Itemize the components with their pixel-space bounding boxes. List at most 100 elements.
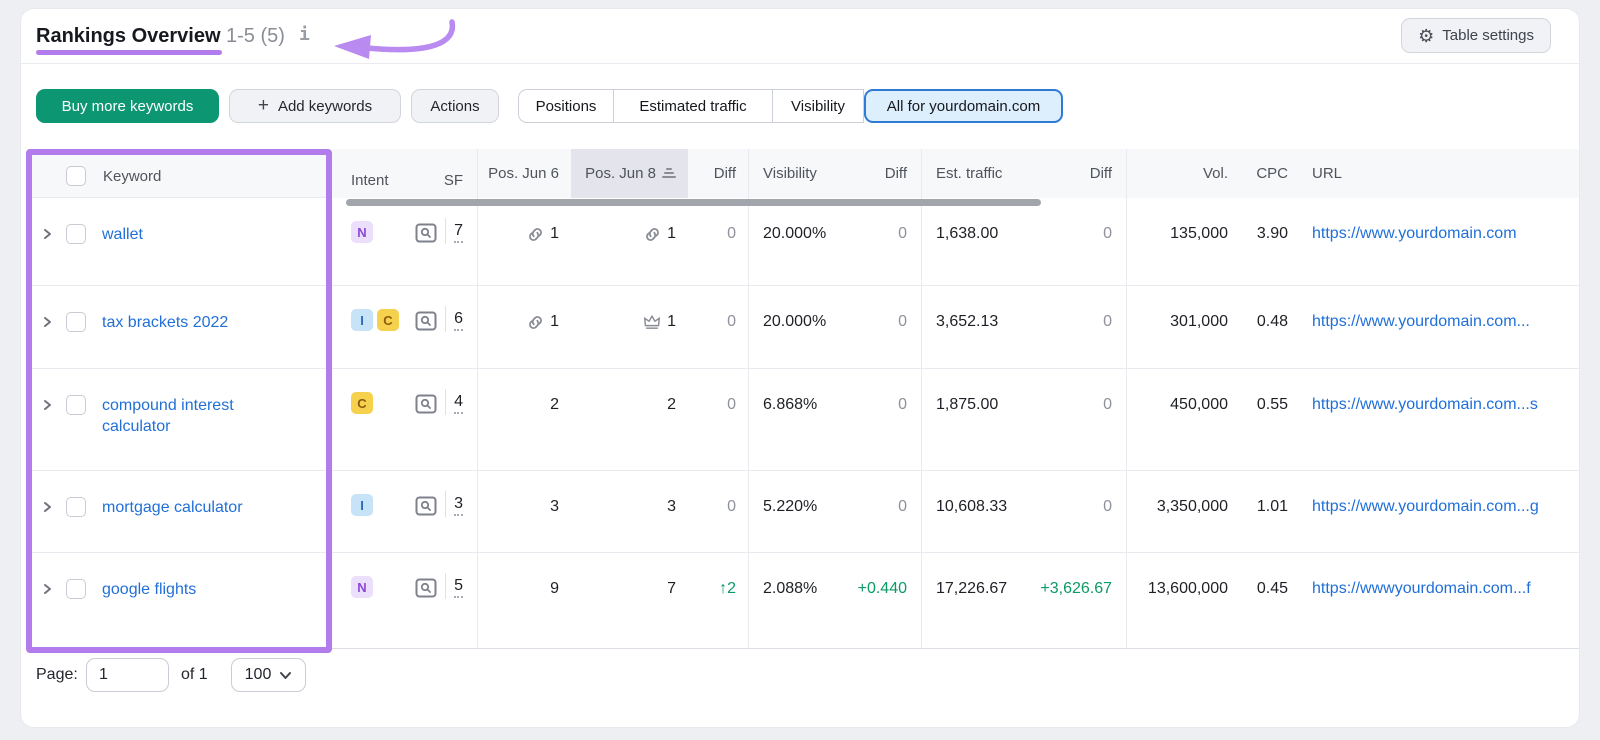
serp-features-icon[interactable] <box>415 223 437 243</box>
sf-cell: 5 <box>406 553 477 648</box>
pos-jun6-cell: 3 <box>477 471 571 552</box>
expand-chevron-icon[interactable] <box>40 501 54 513</box>
tab-all-for-yourdomain[interactable]: All for yourdomain.com <box>864 89 1063 123</box>
pos-diff-cell: 0 <box>727 225 736 242</box>
table-row: C 4 2 2 0 6.868% 0 1,875.00 0 450,000 0.… <box>332 369 1579 471</box>
col-url[interactable]: URL <box>1296 149 1579 198</box>
cell-divider <box>445 491 447 517</box>
row-checkbox[interactable] <box>66 312 86 332</box>
sf-cell: 7 <box>406 198 477 285</box>
position-value: 1 <box>550 225 559 242</box>
row-checkbox[interactable] <box>66 395 86 415</box>
link-icon <box>529 315 542 329</box>
volume-cell: 135,000 <box>1126 198 1236 285</box>
cpc-cell: 0.48 <box>1256 313 1288 330</box>
pos-jun6-cell: 9 <box>477 553 571 648</box>
sf-count[interactable]: 6 <box>454 310 463 331</box>
intent-badge-commercial[interactable]: C <box>351 392 373 414</box>
expand-chevron-icon[interactable] <box>40 583 54 595</box>
est-traffic-cell: 17,226.67 <box>921 553 1031 648</box>
intent-badge-informational[interactable]: I <box>351 494 373 516</box>
add-keywords-button[interactable]: + Add keywords <box>229 89 401 123</box>
col-pos-jun6[interactable]: Pos. Jun 6 <box>477 149 571 198</box>
keyword-row: mortgage calculator <box>32 471 326 553</box>
serp-features-icon[interactable] <box>415 496 437 516</box>
expand-chevron-icon[interactable] <box>40 399 54 411</box>
traffic-diff-cell: 0 <box>1103 225 1112 242</box>
intent-badge-commercial[interactable]: C <box>377 309 399 331</box>
sf-count[interactable]: 4 <box>454 393 463 414</box>
horizontal-scrollbar[interactable] <box>346 199 1041 206</box>
sf-cell: 4 <box>406 369 477 470</box>
buy-more-keywords-button[interactable]: Buy more keywords <box>36 89 219 123</box>
serp-features-icon[interactable] <box>415 578 437 598</box>
col-volume[interactable]: Vol. <box>1126 149 1236 198</box>
intent-badge-informational[interactable]: I <box>351 309 373 331</box>
est-traffic-cell: 1,638.00 <box>921 198 1031 285</box>
add-keywords-label: Add keywords <box>277 97 373 115</box>
sort-ascending-icon <box>662 168 676 178</box>
results-count: 1-5 (5) <box>226 25 285 47</box>
intent-badge-navigational[interactable]: N <box>351 221 373 243</box>
keyword-link[interactable]: google flights <box>102 579 196 600</box>
purple-underline-annotation <box>36 50 222 55</box>
tab-positions[interactable]: Positions <box>518 89 614 123</box>
info-icon[interactable]: i <box>299 24 310 45</box>
row-checkbox[interactable] <box>66 224 86 244</box>
col-intent[interactable]: Intent <box>346 149 406 198</box>
select-all-checkbox[interactable] <box>66 166 86 186</box>
keyword-link[interactable]: compound interest calculator <box>102 395 278 437</box>
rows-per-page-value: 100 <box>244 666 272 683</box>
url-link[interactable]: https://www.yourdomain.com...g <box>1296 471 1579 552</box>
intent-badge-navigational[interactable]: N <box>351 576 373 598</box>
pagination: Page: of 1 100 <box>21 658 1579 694</box>
est-traffic-cell: 10,608.33 <box>921 471 1031 552</box>
visibility-diff-cell: 0 <box>898 498 907 515</box>
rankings-overview-card: Rankings Overview 1-5 (5) i ⚙ Table sett… <box>20 8 1580 728</box>
table-settings-button[interactable]: ⚙ Table settings <box>1401 18 1551 53</box>
url-link[interactable]: https://www.yourdomain.com <box>1296 198 1579 285</box>
keyword-link[interactable]: tax brackets 2022 <box>102 312 228 333</box>
sf-count[interactable]: 3 <box>454 495 463 516</box>
col-visibility[interactable]: Visibility <box>748 149 846 198</box>
pos-jun8-cell: 1 <box>571 198 688 285</box>
est-traffic-cell: 1,875.00 <box>921 369 1031 470</box>
col-visibility-diff[interactable]: Diff <box>846 149 921 198</box>
keyword-link[interactable]: mortgage calculator <box>102 497 243 518</box>
pos-jun6-cell: 1 <box>477 286 571 368</box>
page-number-input[interactable] <box>86 658 169 692</box>
expand-chevron-icon[interactable] <box>40 316 54 328</box>
url-link[interactable]: https://wwwyourdomain.com...f <box>1296 553 1579 648</box>
intent-cell: N <box>346 198 406 285</box>
row-checkbox[interactable] <box>66 497 86 517</box>
url-link[interactable]: https://www.yourdomain.com... <box>1296 286 1579 368</box>
plus-icon: + <box>257 94 269 116</box>
intent-cell: IC <box>346 286 406 368</box>
position-value: 1 <box>667 225 676 242</box>
tab-estimated-traffic[interactable]: Estimated traffic <box>614 89 773 123</box>
col-pos-diff[interactable]: Diff <box>688 149 748 198</box>
col-cpc[interactable]: CPC <box>1236 149 1296 198</box>
col-pos-jun8-label: Pos. Jun 8 <box>585 165 656 182</box>
col-pos-jun8-sorted[interactable]: Pos. Jun 8 <box>571 149 688 198</box>
visibility-cell: 20.000% <box>748 286 846 368</box>
sf-count[interactable]: 7 <box>454 222 463 243</box>
keyword-link[interactable]: wallet <box>102 224 143 245</box>
serp-features-icon[interactable] <box>415 394 437 414</box>
serp-features-icon[interactable] <box>415 311 437 331</box>
cell-divider <box>445 218 447 244</box>
col-est-traffic[interactable]: Est. traffic <box>921 149 1031 198</box>
table-row: IC 6 1 1 0 20.000% 0 3,652.13 0 301,000 … <box>332 286 1579 369</box>
expand-chevron-icon[interactable] <box>40 228 54 240</box>
tab-visibility[interactable]: Visibility <box>773 89 864 123</box>
keyword-row: google flights <box>32 553 326 647</box>
visibility-cell: 2.088% <box>748 553 846 648</box>
col-sf[interactable]: SF <box>406 149 477 198</box>
actions-button[interactable]: Actions <box>411 89 499 123</box>
row-checkbox[interactable] <box>66 579 86 599</box>
page-of-label: of 1 <box>181 666 208 683</box>
col-traffic-diff[interactable]: Diff <box>1031 149 1126 198</box>
rows-per-page-select[interactable]: 100 <box>231 658 306 692</box>
sf-count[interactable]: 5 <box>454 577 463 598</box>
url-link[interactable]: https://www.yourdomain.com...s <box>1296 369 1579 470</box>
